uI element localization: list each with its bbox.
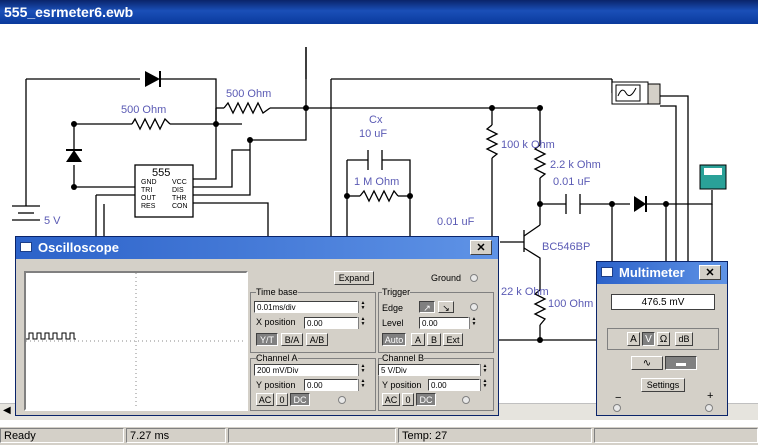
trigger-heading: Trigger: [382, 287, 411, 297]
settings-button[interactable]: Settings: [641, 378, 685, 392]
plus-label: +: [707, 390, 714, 402]
trigger-a-button[interactable]: A: [411, 333, 425, 346]
status-bar: Ready 7.27 ms Temp: 27: [0, 426, 758, 445]
window-icon: [601, 267, 613, 277]
channel-b-heading: Channel B: [382, 353, 425, 363]
channel-b-terminal[interactable]: [462, 396, 470, 404]
window-title-bar: 555_esrmeter6.ewb: [0, 0, 758, 24]
battery-label: 5 V: [44, 215, 61, 227]
close-icon[interactable]: ✕: [699, 265, 721, 280]
ic-label: 555: [152, 167, 170, 179]
channel-b-ac-button[interactable]: AC: [382, 393, 400, 406]
ammeter-mode-button[interactable]: A: [627, 332, 640, 346]
falling-edge-icon[interactable]: ↘: [438, 301, 454, 313]
multimeter-title-bar[interactable]: Multimeter ✕: [597, 262, 727, 284]
timebase-yt-button[interactable]: Y/T: [256, 333, 278, 346]
pin-dis: DIS: [172, 187, 184, 194]
oscilloscope-screen: [24, 271, 248, 411]
pin-res: RES: [141, 203, 156, 210]
timebase-field[interactable]: 0.01ms/div: [254, 301, 358, 313]
multimeter-title: Multimeter: [619, 265, 685, 280]
minus-label: −: [615, 392, 622, 404]
trigger-level-field[interactable]: 0.00: [419, 317, 469, 329]
channel-a-ypos-spinner[interactable]: ▲ ▼: [358, 379, 367, 391]
channel-a-dc-button[interactable]: DC: [290, 393, 310, 406]
resistor-22k-label: 22 k Ohm: [501, 286, 549, 298]
channel-a-scale-field[interactable]: 200 mV/Div: [254, 364, 358, 376]
trigger-terminal[interactable]: [470, 303, 478, 311]
scroll-left-icon[interactable]: ◀: [3, 405, 11, 416]
capacitor-001-label-1: 0.01 uF: [553, 176, 591, 188]
oscilloscope-title: Oscilloscope: [38, 240, 119, 255]
status-temp: Temp: 27: [398, 428, 592, 443]
channel-b-scale-spinner[interactable]: ▲ ▼: [480, 364, 489, 376]
timebase-ab-button[interactable]: A/B: [306, 333, 328, 346]
timebase-ba-button[interactable]: B/A: [281, 333, 303, 346]
pin-gnd: GND: [141, 179, 157, 186]
channel-a-ac-button[interactable]: AC: [256, 393, 274, 406]
resistor-100k-label: 100 k Ohm: [501, 139, 555, 151]
xpos-spinner[interactable]: ▲ ▼: [358, 317, 367, 329]
channel-a-ypos-field[interactable]: 0.00: [304, 379, 358, 391]
pin-thr: THR: [172, 195, 186, 202]
channel-a-terminal[interactable]: [338, 396, 346, 404]
transistor-label: BC546BP: [542, 241, 590, 253]
resistor-500-label-2: 500 Ohm: [226, 88, 271, 100]
rising-edge-icon[interactable]: ↗: [419, 301, 435, 313]
trigger-level-spinner[interactable]: ▲ ▼: [469, 317, 478, 329]
status-state: Ready: [0, 428, 124, 443]
channel-b-dc-button[interactable]: DC: [416, 393, 436, 406]
channel-b-ypos-label: Y position: [382, 380, 422, 390]
resistor-500-label-1: 500 Ohm: [121, 104, 166, 116]
resistor-2k2-label: 2.2 k Ohm: [550, 159, 601, 171]
status-empty: [228, 428, 396, 443]
decibel-mode-button[interactable]: dB: [675, 332, 693, 346]
resistor-100-label: 100 Ohm: [548, 298, 593, 310]
ground-terminal[interactable]: [470, 274, 478, 282]
pin-out: OUT: [141, 195, 157, 202]
multimeter-window[interactable]: Multimeter ✕ 476.5 mV A V Ω dB ∿ ▬ Setti…: [596, 261, 728, 416]
channel-a-heading: Channel A: [256, 353, 298, 363]
pin-vcc: VCC: [172, 179, 187, 186]
ground-label: Ground: [431, 273, 462, 283]
trigger-level-label: Level: [382, 318, 404, 328]
ohmmeter-mode-button[interactable]: Ω: [657, 332, 670, 346]
channel-a-scale-spinner[interactable]: ▲ ▼: [358, 364, 367, 376]
channel-b-zero-button[interactable]: 0: [402, 393, 414, 406]
window-title: 555_esrmeter6.ewb: [4, 4, 134, 20]
dc-line-icon[interactable]: ▬: [665, 356, 697, 370]
cx-label: Cx: [369, 114, 383, 126]
trigger-ext-button[interactable]: Ext: [443, 333, 463, 346]
minus-terminal[interactable]: [613, 404, 621, 412]
resistor-1m-label: 1 M Ohm: [354, 176, 399, 188]
status-empty-2: [594, 428, 758, 443]
status-time: 7.27 ms: [126, 428, 226, 443]
trigger-edge-label: Edge: [382, 303, 404, 313]
trigger-b-button[interactable]: B: [427, 333, 441, 346]
oscilloscope-title-bar[interactable]: Oscilloscope ✕: [16, 237, 498, 259]
expand-button[interactable]: Expand: [334, 271, 374, 285]
channel-a-ypos-label: Y position: [256, 380, 296, 390]
channel-b-ypos-field[interactable]: 0.00: [428, 379, 480, 391]
channel-a-zero-button[interactable]: 0: [276, 393, 288, 406]
ac-wave-icon[interactable]: ∿: [631, 356, 663, 370]
multimeter-display: 476.5 mV: [611, 294, 715, 310]
timebase-xpos-label: X position: [256, 317, 296, 327]
window-icon: [20, 242, 32, 252]
timebase-spinner[interactable]: ▲ ▼: [358, 301, 367, 313]
timebase-heading: Time base: [256, 287, 298, 297]
channel-b-ypos-spinner[interactable]: ▲ ▼: [480, 379, 489, 391]
trigger-auto-button[interactable]: Auto: [382, 333, 406, 346]
capacitor-001-label-2: 0.01 uF: [437, 216, 475, 228]
plus-terminal[interactable]: [705, 404, 713, 412]
cx-value: 10 uF: [359, 128, 387, 140]
pin-tri: TRI: [141, 187, 152, 194]
waveform-trace: [26, 332, 76, 340]
close-icon[interactable]: ✕: [470, 240, 492, 255]
voltmeter-mode-button[interactable]: V: [642, 332, 655, 346]
pin-con: CON: [172, 203, 188, 210]
oscilloscope-window[interactable]: Oscilloscope ✕ Expand Ground Time base 0…: [15, 236, 499, 416]
channel-b-scale-field[interactable]: 5 V/Div: [378, 364, 480, 376]
xpos-field[interactable]: 0.00: [304, 317, 358, 329]
